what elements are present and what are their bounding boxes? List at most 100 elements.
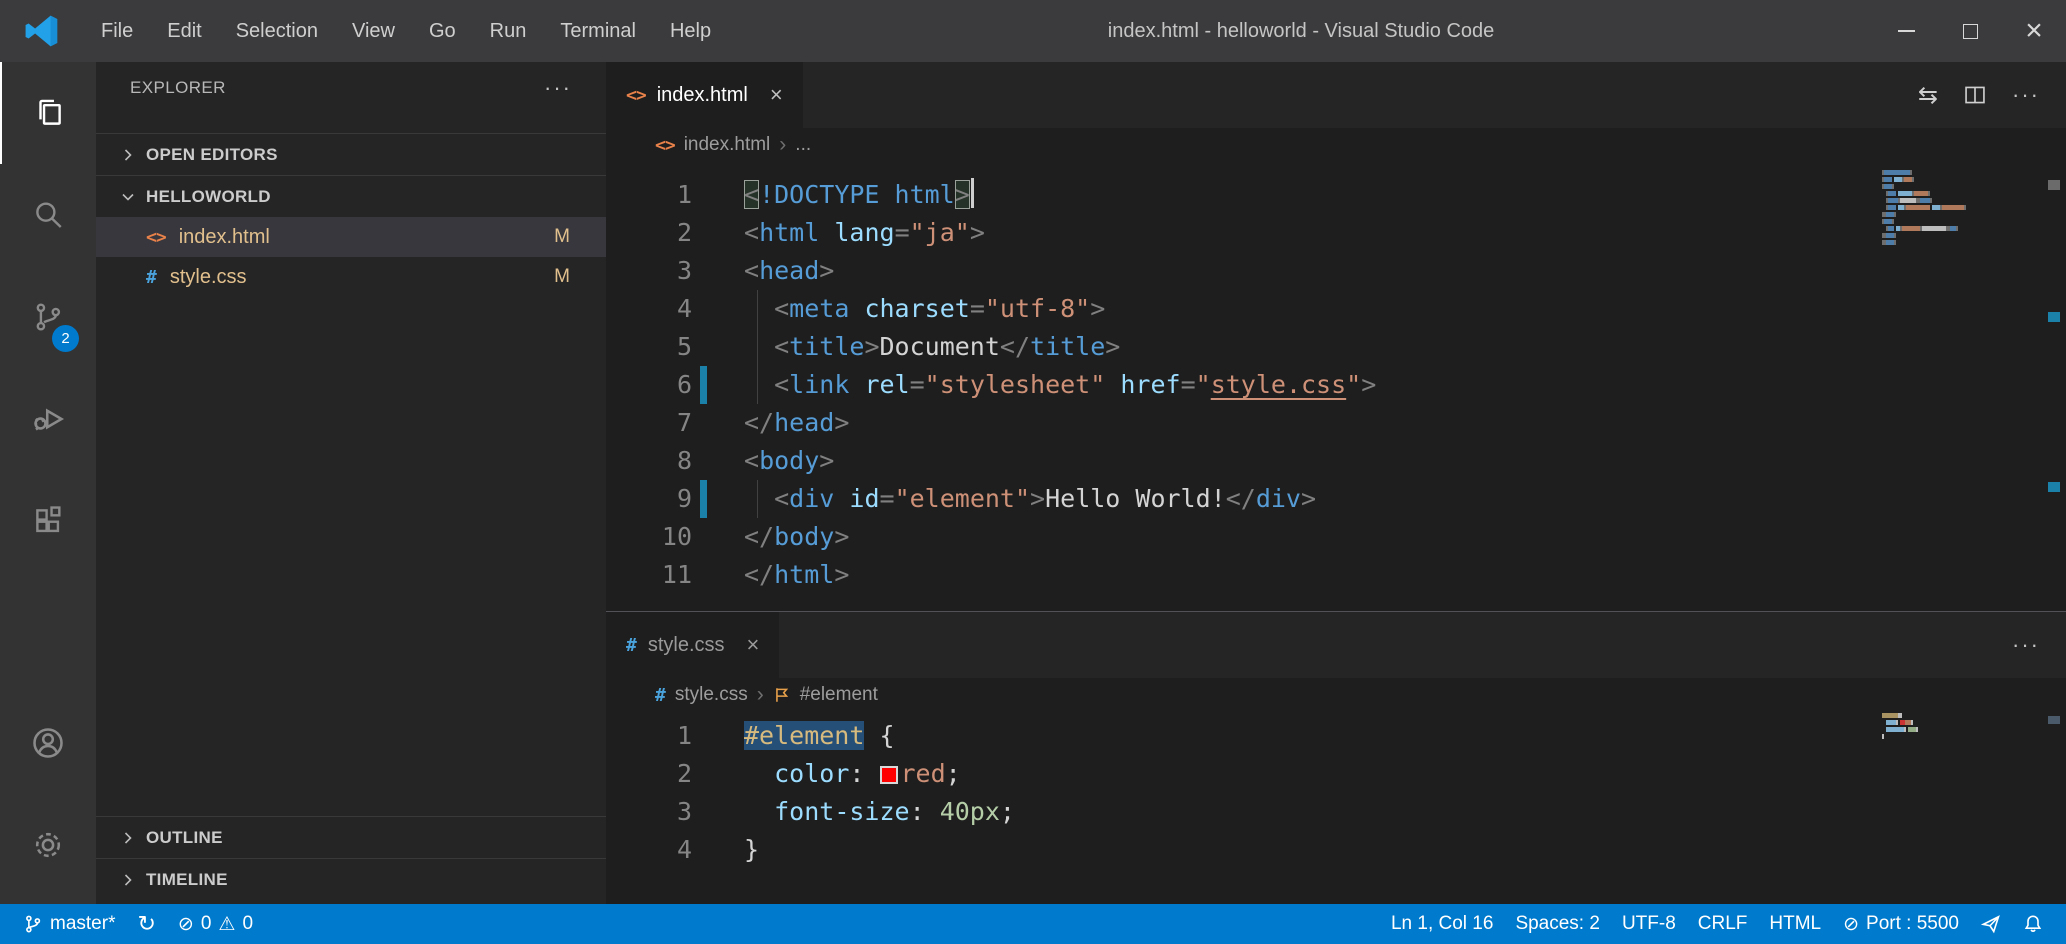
gutter [692,290,744,328]
problems-indicator[interactable]: ⊘ 0 ⚠ 0 [167,904,264,944]
gutter [692,214,744,252]
color-swatch[interactable] [880,766,898,784]
code-line[interactable]: 3 font-size: 40px; [606,793,2066,831]
code-line[interactable]: 1<!DOCTYPE html> [606,176,2066,214]
more-actions-icon[interactable]: ··· [2012,90,2040,100]
section-open-editors[interactable]: OPEN EDITORS [96,133,606,175]
section-timeline[interactable]: TIMELINE [96,858,606,900]
line-number: 4 [606,290,692,328]
gutter [692,793,744,831]
file-style.css[interactable]: #style.cssM [96,257,606,297]
code-line[interactable]: 4 <meta charset="utf-8"> [606,290,2066,328]
html-file-icon: <> [655,135,675,156]
live-server-port[interactable]: ⊘ Port : 5500 [1832,904,1970,944]
menu-view[interactable]: View [335,0,412,62]
menu-terminal[interactable]: Terminal [543,0,653,62]
code-text: #element { [744,717,2066,755]
close-icon: × [2025,14,2043,48]
overview-ruler-mark [2048,716,2060,724]
code-line[interactable]: 10</body> [606,518,2066,556]
code-line[interactable]: 8<body> [606,442,2066,480]
text-cursor [971,178,974,208]
tab-style-css[interactable]: # style.css × [606,612,779,678]
breadcrumb-file[interactable]: index.html [684,134,771,156]
more-actions-icon[interactable]: ··· [2012,640,2040,650]
code-text: font-size: 40px; [744,793,2066,831]
code-line[interactable]: 7</head> [606,404,2066,442]
code-line[interactable]: 2<html lang="ja"> [606,214,2066,252]
menu-go[interactable]: Go [412,0,473,62]
menu-edit[interactable]: Edit [150,0,218,62]
language-mode[interactable]: HTML [1758,904,1832,944]
settings-button[interactable] [0,794,96,896]
status-bar: master* ↻ ⊘ 0 ⚠ 0 Ln 1, Col 16 Spaces: 2… [0,904,2066,944]
notifications-button[interactable] [2012,904,2054,944]
code-text: <body> [744,442,2066,480]
close-tab-icon[interactable]: × [747,632,760,658]
breadcrumb-symbol[interactable]: #element [800,684,878,706]
section-label: OPEN EDITORS [146,145,278,165]
gutter [692,717,744,755]
sidebar-item-source-control[interactable]: 2 [0,266,96,368]
breadcrumb-separator-icon: › [757,683,764,707]
open-changes-icon[interactable]: ⇆ [1918,81,1938,110]
gutter [692,252,744,290]
code-line[interactable]: 11</html> [606,556,2066,594]
line-number: 3 [606,252,692,290]
sidebar-item-extensions[interactable] [0,470,96,572]
code-line[interactable]: 4} [606,831,2066,869]
close-tab-icon[interactable]: × [770,82,783,108]
section-outline[interactable]: OUTLINE [96,816,606,858]
line-number: 10 [606,518,692,556]
close-button[interactable]: × [2002,0,2066,62]
minimize-icon [1898,30,1915,32]
code-text: <html lang="ja"> [744,214,2066,252]
section-helloworld[interactable]: HELLOWORLD [96,175,606,217]
file-name: index.html [179,226,554,249]
code-text: <!DOCTYPE html> [744,176,2066,214]
indentation-indicator[interactable]: Spaces: 2 [1504,904,1611,944]
code-line[interactable]: 9 <div id="element">Hello World!</div> [606,480,2066,518]
css-file-icon: # [146,267,157,288]
gutter [692,176,744,214]
minimap[interactable] [1882,713,1980,741]
code-line[interactable]: 3 <head> [606,252,2066,290]
feedback-button[interactable] [1970,904,2012,944]
window-title: index.html - helloworld - Visual Studio … [728,20,1874,43]
code-line[interactable]: 2 color: red; [606,755,2066,793]
sync-button[interactable]: ↻ [126,904,166,944]
css-file-icon: # [626,635,637,656]
code-line[interactable]: 5 <title>Document</title> [606,328,2066,366]
code-text: <link rel="stylesheet" href="style.css"> [744,366,2066,404]
code-text: <head> [744,252,2066,290]
menu-help[interactable]: Help [653,0,728,62]
split-editor-icon[interactable] [1964,84,1986,106]
file-list: <>index.htmlM#style.cssM [96,217,606,297]
breadcrumb-file[interactable]: style.css [675,684,748,706]
code-line[interactable]: 6 <link rel="stylesheet" href="style.css… [606,366,2066,404]
extensions-icon [31,504,65,538]
file-index.html[interactable]: <>index.htmlM [96,217,606,257]
menu-selection[interactable]: Selection [219,0,335,62]
cursor-position[interactable]: Ln 1, Col 16 [1380,904,1504,944]
menu-run[interactable]: Run [473,0,544,62]
minimize-button[interactable] [1874,0,1938,62]
code-line[interactable]: 1#element { [606,717,2066,755]
git-branch-indicator[interactable]: master* [12,904,126,944]
accounts-button[interactable] [0,692,96,794]
tab-bar: # style.css × ··· [606,612,2066,678]
title-bar: FileEditSelectionViewGoRunTerminalHelp i… [0,0,2066,62]
menu-file[interactable]: File [84,0,150,62]
breadcrumb-tail[interactable]: ... [795,134,811,156]
sidebar-item-explorer[interactable] [0,62,96,164]
sidebar-item-run-and-debug[interactable] [0,368,96,470]
minimap[interactable] [1882,170,1980,247]
line-number: 11 [606,556,692,594]
encoding-indicator[interactable]: UTF-8 [1611,904,1687,944]
explorer-more-actions-icon[interactable]: ··· [544,83,572,93]
code-text: } [744,831,2066,869]
tab-index-html[interactable]: <> index.html × [606,62,803,128]
eol-indicator[interactable]: CRLF [1687,904,1759,944]
maximize-button[interactable] [1938,0,2002,62]
sidebar-item-search[interactable] [0,164,96,266]
